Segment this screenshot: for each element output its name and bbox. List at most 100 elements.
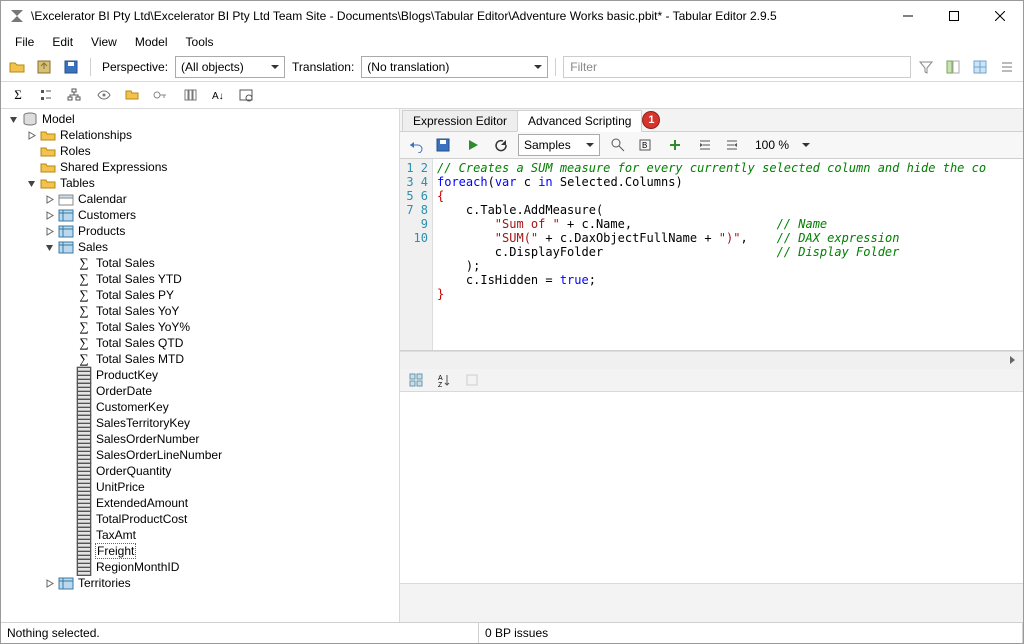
menu-view[interactable]: View — [83, 33, 125, 51]
tree-column[interactable]: TotalProductCost — [59, 511, 399, 527]
toggle-hidden-button[interactable] — [91, 83, 117, 107]
menu-file[interactable]: File — [7, 33, 42, 51]
tree-table-sales[interactable]: Sales — [41, 239, 399, 255]
view-list-button[interactable] — [995, 55, 1019, 79]
tree-column[interactable]: OrderDate — [59, 383, 399, 399]
zoom-combo[interactable]: 100 % — [750, 135, 815, 155]
show-lists-button[interactable] — [33, 83, 59, 107]
tree-table-customers[interactable]: Customers — [41, 207, 399, 223]
chevron-down-icon — [534, 65, 542, 73]
props-pages-button — [460, 368, 484, 392]
undo-run-button[interactable] — [488, 133, 512, 157]
properties-help — [400, 583, 1023, 622]
tree-column[interactable]: SalesOrderLineNumber — [59, 447, 399, 463]
view-detail-button[interactable] — [941, 55, 965, 79]
tree-measure[interactable]: ∑Total Sales PY — [59, 287, 399, 303]
status-bar: Nothing selected. 0 BP issues — [1, 622, 1023, 643]
sort-button[interactable]: A↓ — [205, 83, 231, 107]
tree-measure[interactable]: ∑Total Sales QTD — [59, 335, 399, 351]
save-button[interactable] — [59, 55, 83, 79]
script-toolbar: Samples B 100 % — [400, 132, 1023, 159]
tree-column[interactable]: SalesOrderNumber — [59, 431, 399, 447]
props-categorized-button[interactable] — [404, 368, 428, 392]
tree-measure[interactable]: ∑Total Sales YoY% — [59, 319, 399, 335]
script-window-button[interactable] — [233, 83, 259, 107]
show-measures-button[interactable]: Σ — [5, 83, 31, 107]
perspective-combo[interactable]: (All objects) — [175, 56, 285, 78]
tree-table-products[interactable]: Products — [41, 223, 399, 239]
code-hscrollbar[interactable] — [400, 351, 1023, 369]
translation-label: Translation: — [288, 60, 358, 74]
tree-roles[interactable]: Roles — [23, 143, 399, 159]
tree-measure[interactable]: ∑Total Sales YoY — [59, 303, 399, 319]
main-toolbar: Perspective: (All objects) Translation: … — [1, 53, 1023, 82]
minimize-button[interactable] — [885, 1, 931, 31]
chevron-down-icon — [802, 143, 810, 151]
view-grid-button[interactable] — [968, 55, 992, 79]
editor-tabs: Expression Editor Advanced Scripting 1 — [400, 109, 1023, 132]
tree-measure[interactable]: ∑Total Sales — [59, 255, 399, 271]
filter-placeholder: Filter — [570, 60, 597, 74]
status-selection: Nothing selected. — [1, 623, 479, 643]
samples-combo[interactable]: Samples — [518, 134, 600, 156]
perspective-value: (All objects) — [181, 60, 244, 74]
tree-table-territories[interactable]: Territories — [41, 575, 399, 591]
properties-toolbar: AZ — [400, 369, 1023, 392]
undo-button[interactable] — [404, 133, 428, 157]
add-button[interactable] — [663, 133, 687, 157]
find-button[interactable] — [606, 133, 630, 157]
tree-tables[interactable]: Tables — [23, 175, 399, 191]
tree-root-model[interactable]: Model — [5, 111, 399, 127]
line-gutter: 1 2 3 4 5 6 7 8 9 10 — [400, 159, 433, 350]
title-bar: \Excelerator BI Pty Ltd\Excelerator BI P… — [1, 1, 1023, 31]
svg-text:B: B — [642, 141, 647, 150]
maximize-button[interactable] — [931, 1, 977, 31]
menu-edit[interactable]: Edit — [44, 33, 81, 51]
tree-column[interactable]: SalesTerritoryKey — [59, 415, 399, 431]
code-content[interactable]: // Creates a SUM measure for every curre… — [433, 159, 1023, 350]
properties-grid[interactable] — [400, 392, 1023, 583]
status-bp: 0 BP issues — [479, 623, 1023, 643]
tree-table-calendar[interactable]: Calendar — [41, 191, 399, 207]
perspective-label: Perspective: — [98, 60, 172, 74]
tree-measure[interactable]: ∑Total Sales YTD — [59, 271, 399, 287]
svg-text:A↓: A↓ — [212, 91, 224, 102]
tree-column[interactable]: RegionMonthID — [59, 559, 399, 575]
model-tree[interactable]: Model Relationships Roles Shared Express… — [1, 109, 400, 622]
translation-combo[interactable]: (No translation) — [361, 56, 548, 78]
tree-column[interactable]: UnitPrice — [59, 479, 399, 495]
menu-model[interactable]: Model — [127, 33, 176, 51]
filter-input[interactable]: Filter — [563, 56, 911, 78]
tree-shared-expressions[interactable]: Shared Expressions — [23, 159, 399, 175]
deploy-button[interactable] — [32, 55, 56, 79]
tree-measure[interactable]: ∑Total Sales MTD — [59, 351, 399, 367]
tab-advanced-scripting[interactable]: Advanced Scripting 1 — [517, 110, 642, 132]
filter-funnel-icon[interactable] — [914, 55, 938, 79]
key-button[interactable] — [147, 83, 173, 107]
svg-text:A: A — [438, 375, 443, 382]
menu-tools[interactable]: Tools — [178, 33, 222, 51]
props-alpha-button[interactable]: AZ — [432, 368, 456, 392]
tree-relationships[interactable]: Relationships — [23, 127, 399, 143]
script-save-button[interactable] — [431, 133, 455, 157]
tree-column[interactable]: ProductKey — [59, 367, 399, 383]
show-hierarchies-button[interactable] — [61, 83, 87, 107]
outdent-button[interactable] — [720, 133, 744, 157]
callout-badge: 1 — [643, 112, 659, 128]
tree-column[interactable]: ExtendedAmount — [59, 495, 399, 511]
insert-button[interactable]: B — [633, 133, 657, 157]
tree-column[interactable]: Freight — [59, 543, 399, 559]
run-button[interactable] — [461, 133, 485, 157]
indent-button[interactable] — [693, 133, 717, 157]
svg-text:Z: Z — [438, 382, 443, 388]
tree-column[interactable]: CustomerKey — [59, 399, 399, 415]
tree-column[interactable]: TaxAmt — [59, 527, 399, 543]
translation-value: (No translation) — [367, 60, 449, 74]
close-button[interactable] — [977, 1, 1023, 31]
tree-column[interactable]: OrderQuantity — [59, 463, 399, 479]
tab-expression-editor[interactable]: Expression Editor — [402, 110, 518, 131]
open-folder-button[interactable] — [5, 55, 29, 79]
code-editor[interactable]: 1 2 3 4 5 6 7 8 9 10 // Creates a SUM me… — [400, 159, 1023, 351]
columns-button[interactable] — [177, 83, 203, 107]
folder-mode-button[interactable] — [119, 83, 145, 107]
